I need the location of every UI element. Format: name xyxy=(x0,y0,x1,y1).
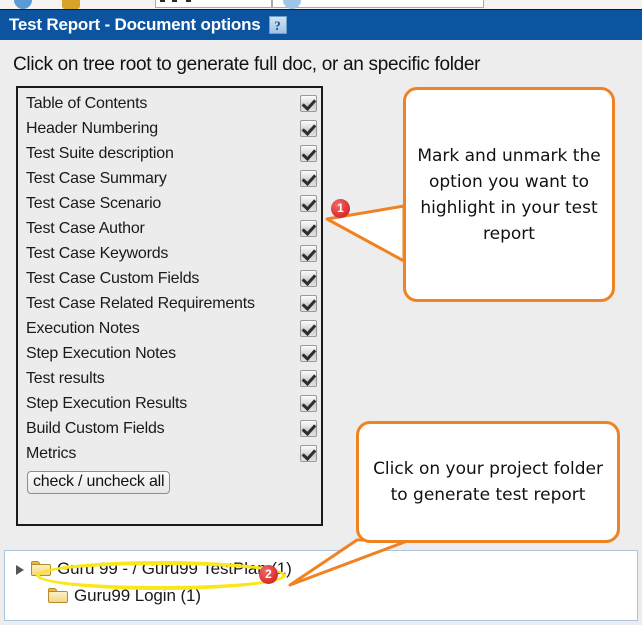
option-row[interactable]: Test Suite description xyxy=(18,141,321,166)
option-label: Step Execution Notes xyxy=(26,344,176,362)
option-row[interactable]: Metrics xyxy=(18,441,321,466)
option-row[interactable]: Test Case Author xyxy=(18,216,321,241)
option-checkbox[interactable] xyxy=(300,270,317,287)
option-label: Header Numbering xyxy=(26,119,158,137)
option-row[interactable]: Test Case Custom Fields xyxy=(18,266,321,291)
options-list: Table of Contents Header Numbering Test Su… xyxy=(18,91,321,466)
toolbar-icon-gold[interactable] xyxy=(62,0,80,9)
option-row[interactable]: Test Case Summary xyxy=(18,166,321,191)
check-uncheck-all-button[interactable]: check / uncheck all xyxy=(27,471,171,494)
option-checkbox[interactable] xyxy=(300,120,317,137)
folder-icon xyxy=(48,588,68,603)
option-checkbox[interactable] xyxy=(300,245,317,262)
option-row[interactable]: Test Case Scenario xyxy=(18,191,321,216)
step-badge-2: 2 xyxy=(259,565,278,584)
option-label: Test results xyxy=(26,369,105,387)
option-row[interactable]: Execution Notes xyxy=(18,316,321,341)
option-checkbox[interactable] xyxy=(300,195,317,212)
option-row[interactable]: Header Numbering xyxy=(18,116,321,141)
option-checkbox[interactable] xyxy=(300,420,317,437)
option-checkbox[interactable] xyxy=(300,370,317,387)
page-title: Test Report - Document options xyxy=(9,15,261,34)
option-checkbox[interactable] xyxy=(300,345,317,362)
option-label: Table of Contents xyxy=(26,94,148,112)
toolbar-field-right[interactable] xyxy=(272,0,484,8)
option-label: Test Case Custom Fields xyxy=(26,269,200,287)
option-checkbox[interactable] xyxy=(300,445,317,462)
option-checkbox[interactable] xyxy=(300,295,317,312)
option-label: Execution Notes xyxy=(26,319,140,337)
callout-1-text: Mark and unmark the option you want to h… xyxy=(417,145,601,244)
callout-bubble-tree: Click on your project folder to generate… xyxy=(356,421,620,543)
option-checkbox[interactable] xyxy=(300,395,317,412)
option-row[interactable]: Test Case Keywords xyxy=(18,241,321,266)
highlight-ellipse xyxy=(36,561,286,590)
browser-toolbar-sliver xyxy=(0,0,642,10)
step-badge-1: 1 xyxy=(331,199,350,218)
option-checkbox[interactable] xyxy=(300,320,317,337)
option-row[interactable]: Table of Contents xyxy=(18,91,321,116)
toolbar-mark-b xyxy=(172,0,177,2)
callout-2-text: Click on your project folder to generate… xyxy=(373,459,603,505)
chevron-expand-icon[interactable] xyxy=(14,562,28,576)
option-row[interactable]: Step Execution Results xyxy=(18,391,321,416)
option-row[interactable]: Test results xyxy=(18,366,321,391)
option-row[interactable]: Test Case Related Requirements xyxy=(18,291,321,316)
option-label: Step Execution Results xyxy=(26,394,188,412)
toolbar-mark-c xyxy=(186,0,191,2)
option-checkbox[interactable] xyxy=(300,145,317,162)
option-label: Test Case Author xyxy=(26,219,145,237)
option-label: Metrics xyxy=(26,444,77,462)
option-label: Test Case Related Requirements xyxy=(26,294,255,312)
option-checkbox[interactable] xyxy=(300,95,317,112)
option-label: Test Case Summary xyxy=(26,169,167,187)
option-row[interactable]: Build Custom Fields xyxy=(18,416,321,441)
callout-bubble-options: Mark and unmark the option you want to h… xyxy=(403,87,615,302)
option-label: Test Case Keywords xyxy=(26,244,169,262)
document-options-panel: Table of Contents Header Numbering Test Su… xyxy=(16,86,323,526)
instruction-text: Click on tree root to generate full doc,… xyxy=(13,54,481,75)
toolbar-mark-a xyxy=(160,0,165,2)
option-checkbox[interactable] xyxy=(300,170,317,187)
window-title-bar: Test Report - Document options ? xyxy=(0,10,642,40)
option-label: Test Case Scenario xyxy=(26,194,162,212)
help-icon[interactable]: ? xyxy=(268,16,287,34)
toolbar-icon-blue[interactable] xyxy=(14,0,32,9)
option-row[interactable]: Step Execution Notes xyxy=(18,341,321,366)
option-checkbox[interactable] xyxy=(300,220,317,237)
option-label: Build Custom Fields xyxy=(26,419,165,437)
option-label: Test Suite description xyxy=(26,144,174,162)
